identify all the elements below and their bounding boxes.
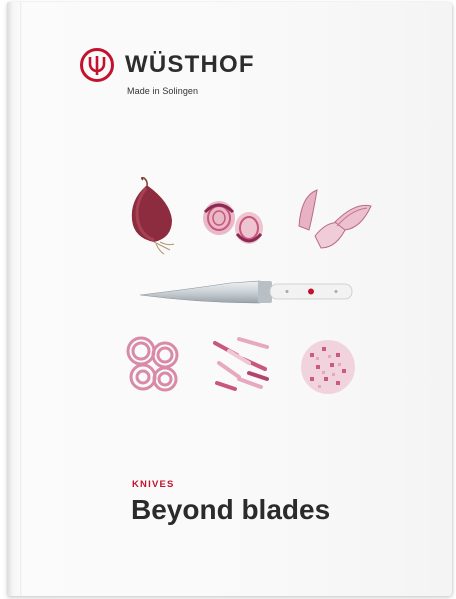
cover-category-label: KNIVES (132, 479, 175, 490)
whole-shallot (131, 177, 175, 255)
cover-headline: Beyond blades (131, 494, 331, 525)
shallot-rings (126, 336, 179, 392)
diced-shallot (301, 340, 355, 394)
halved-shallot (203, 201, 263, 244)
chefs-knife (140, 280, 353, 304)
shallot-wedges (298, 189, 372, 249)
brand-tagline: Made in Solingen (127, 86, 199, 96)
brand-name: WÜSTHOF (125, 51, 255, 78)
trident-circle-icon (80, 48, 114, 82)
brand-logo: WÜSTHOF (79, 47, 255, 83)
book-spine (20, 2, 22, 596)
sliced-shallot-strips (213, 337, 269, 391)
